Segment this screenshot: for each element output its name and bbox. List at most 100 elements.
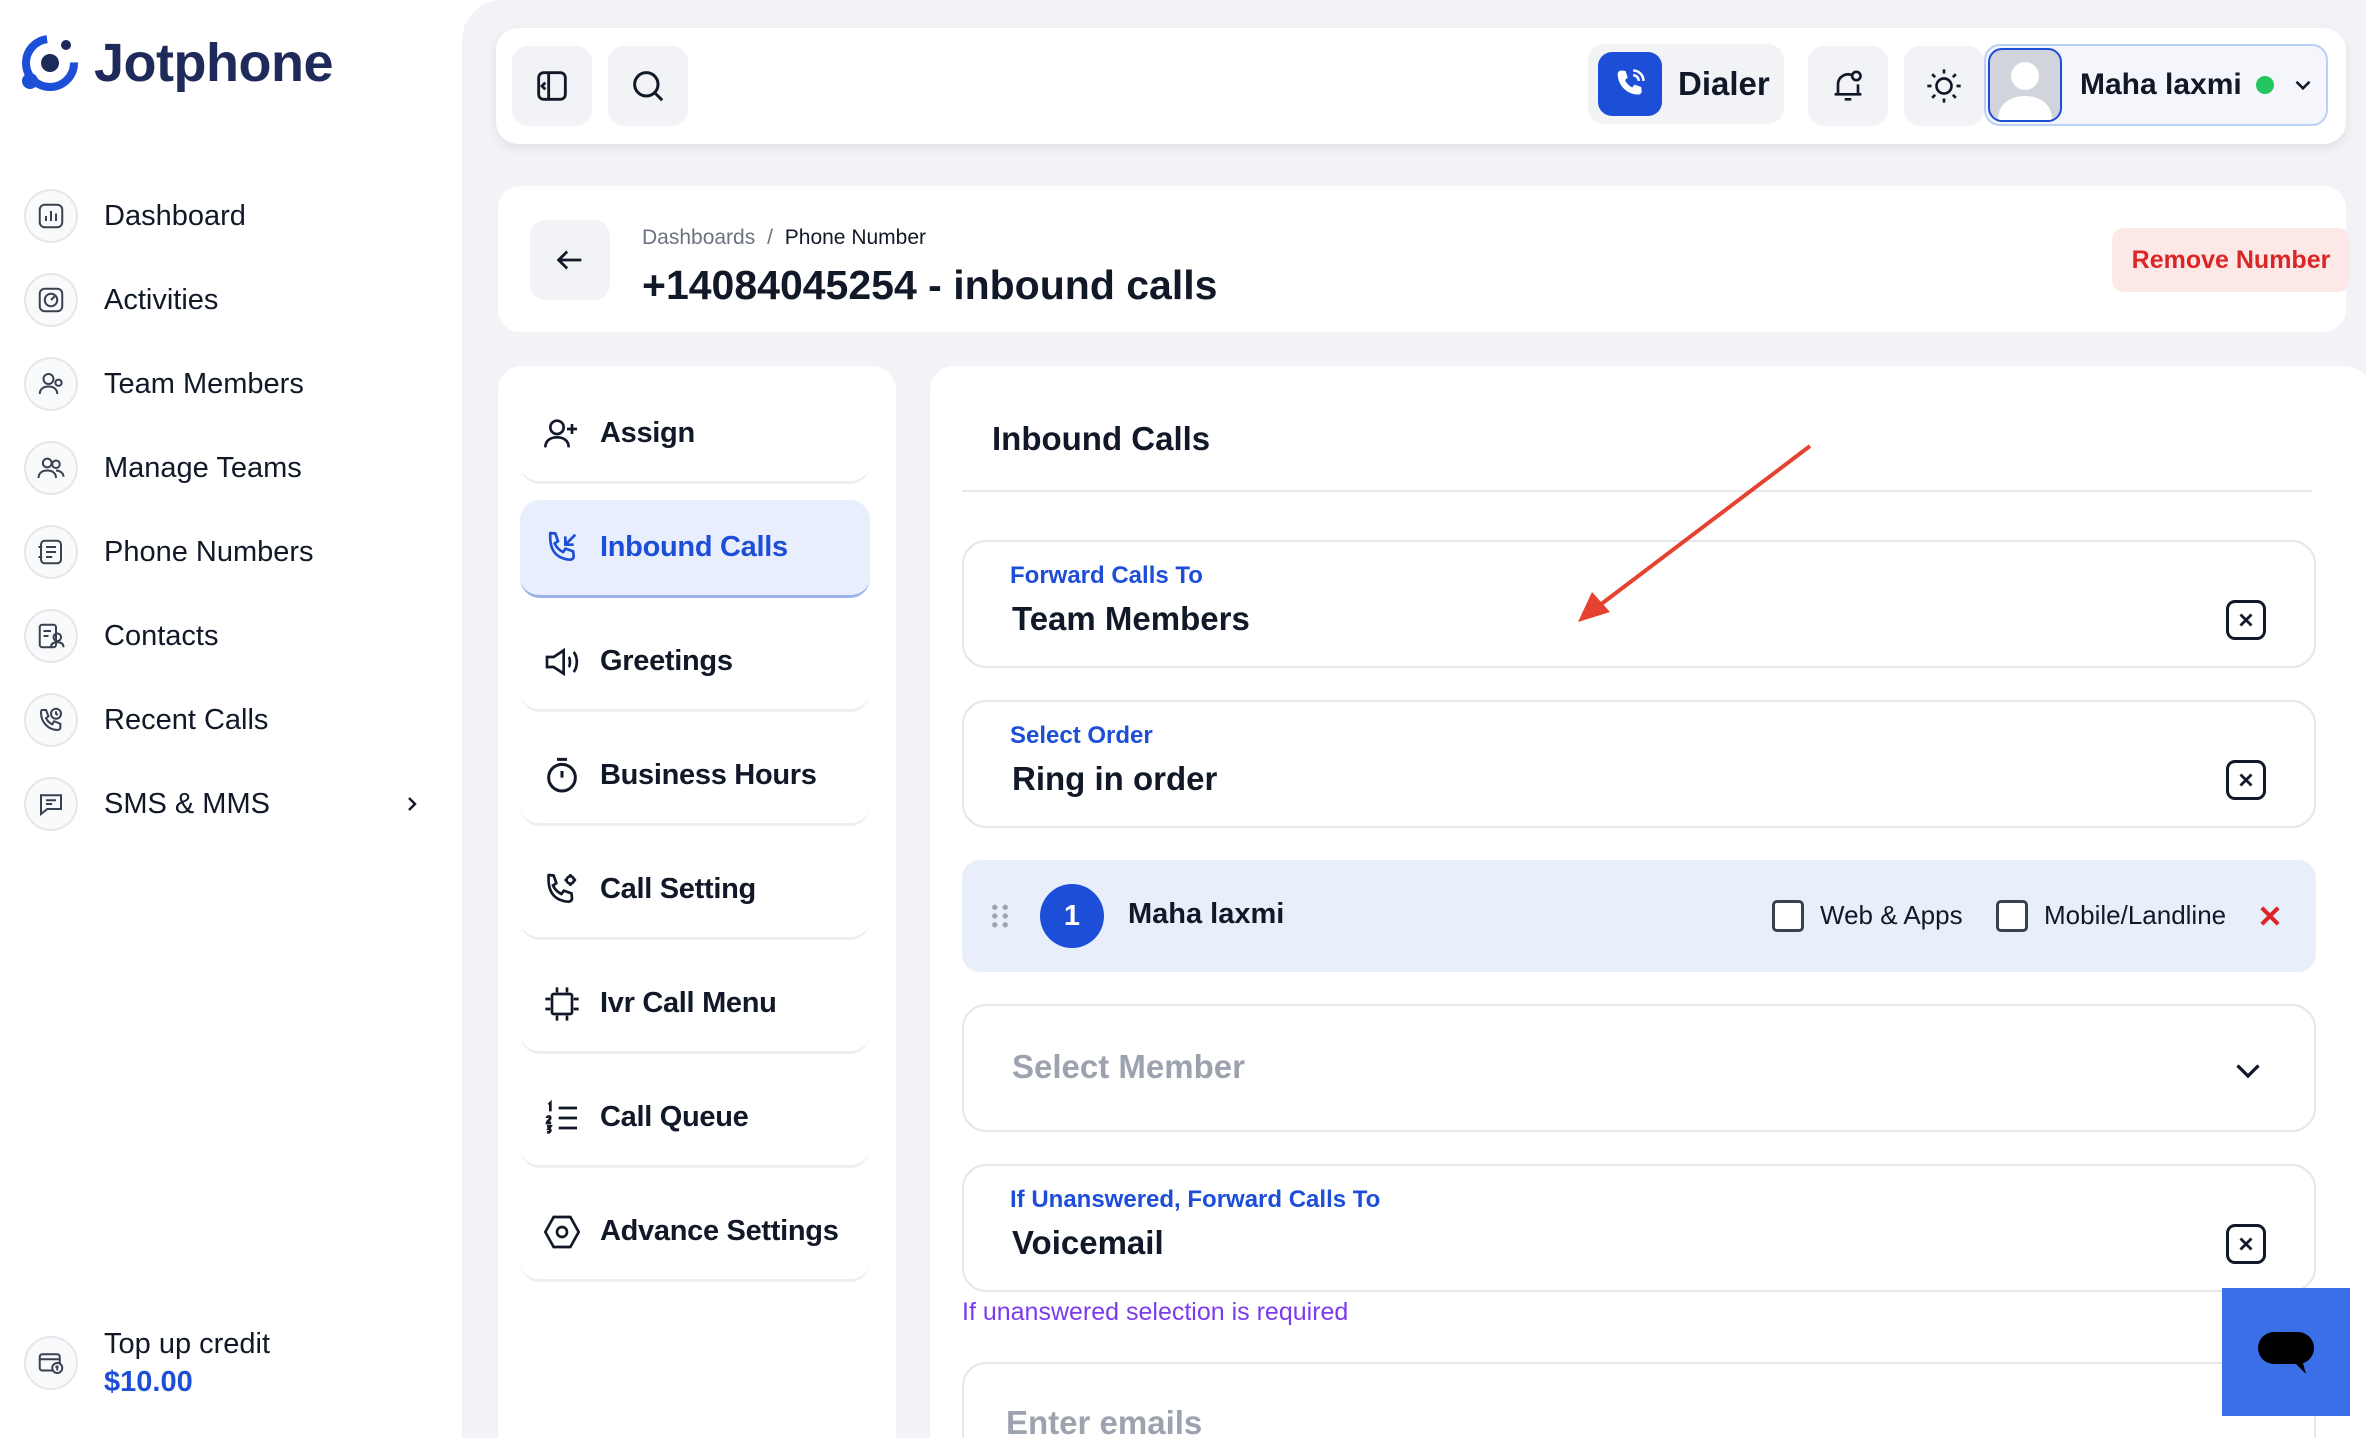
menu-item-call-setting[interactable]: Call Setting bbox=[520, 842, 870, 940]
select-member-placeholder: Select Member bbox=[1012, 1048, 1245, 1085]
breadcrumb-current: Phone Number bbox=[784, 226, 927, 249]
app-logo[interactable]: Jotphone bbox=[16, 30, 333, 96]
emails-input[interactable]: Enter emails bbox=[962, 1362, 2316, 1438]
search-icon bbox=[633, 71, 664, 102]
back-button[interactable] bbox=[530, 220, 610, 300]
select-member-dropdown[interactable]: Select Member bbox=[962, 1004, 2316, 1132]
forward-calls-select[interactable]: Forward Calls To Team Members bbox=[962, 540, 2316, 668]
credit-value: $10.00 bbox=[104, 1366, 193, 1398]
field-value: Voicemail bbox=[1012, 1224, 1164, 1261]
menu-item-advance-settings[interactable]: Advance Settings bbox=[520, 1184, 870, 1282]
mobile-landline-checkbox[interactable] bbox=[1996, 900, 2028, 932]
menu-item-ivr-call-menu[interactable]: Ivr Call Menu bbox=[520, 956, 870, 1054]
unanswered-forward-select[interactable]: If Unanswered, Forward Calls To Voicemai… bbox=[962, 1164, 2316, 1292]
drag-handle-icon[interactable] bbox=[988, 902, 1012, 930]
menu-item-label: Greetings bbox=[600, 645, 733, 677]
sidebar-toggle-button[interactable] bbox=[512, 46, 592, 126]
sidebar-item-label: Manage Teams bbox=[104, 451, 302, 484]
dialer-label: Dialer bbox=[1678, 65, 1770, 102]
chevron-right-icon[interactable] bbox=[400, 792, 424, 816]
avatar-placeholder-icon bbox=[1998, 62, 2052, 120]
top-up-credit[interactable]: Top up credit $10.00 bbox=[24, 1325, 270, 1401]
theme-toggle-button[interactable] bbox=[1904, 46, 1984, 126]
menu-item-inbound-calls[interactable]: Inbound Calls bbox=[520, 500, 870, 598]
sidebar-item-dashboard[interactable]: Dashboard bbox=[24, 174, 424, 258]
sidebar-item-recent-calls[interactable]: Recent Calls bbox=[24, 678, 424, 762]
inbound-calls-panel: Inbound Calls Forward Calls To Team Memb… bbox=[930, 366, 2366, 1438]
remove-member-icon[interactable] bbox=[2256, 902, 2284, 930]
speaker-icon bbox=[545, 647, 579, 676]
menu-item-label: Ivr Call Menu bbox=[600, 987, 777, 1019]
settings-menu: Assign Inbound Calls Greetings Business … bbox=[498, 366, 896, 1438]
sidebar: Jotphone Dashboard Activities Team Membe… bbox=[0, 0, 462, 1438]
chevron-down-icon bbox=[2236, 1064, 2260, 1079]
user-menu[interactable]: Maha laxmi bbox=[1984, 44, 2328, 126]
remove-number-button[interactable]: Remove Number bbox=[2112, 228, 2350, 292]
ivr-frame-icon bbox=[545, 986, 579, 1021]
online-status-dot bbox=[2255, 76, 2274, 94]
page-header: Dashboards / Phone Number +14084045254 -… bbox=[498, 186, 2350, 332]
menu-item-label: Assign bbox=[600, 417, 695, 449]
clear-icon[interactable] bbox=[2226, 760, 2266, 800]
activity-icon bbox=[24, 273, 78, 327]
chat-widget-button[interactable] bbox=[2222, 1288, 2350, 1416]
credit-text: Top up credit $10.00 bbox=[104, 1325, 270, 1401]
clear-icon[interactable] bbox=[2226, 1224, 2266, 1264]
select-order-select[interactable]: Select Order Ring in order bbox=[962, 700, 2316, 828]
sidebar-item-label: Activities bbox=[104, 283, 219, 316]
member-order-badge: 1 bbox=[1040, 884, 1104, 948]
emails-placeholder: Enter emails bbox=[1006, 1404, 1203, 1438]
search-button[interactable] bbox=[608, 46, 688, 126]
chat-bubble-icon bbox=[2258, 1332, 2314, 1374]
main-area: Dialer Maha laxmi Dashboards / Phone Num… bbox=[462, 0, 2366, 1438]
menu-item-label: Advance Settings bbox=[600, 1215, 839, 1247]
avatar bbox=[1988, 48, 2062, 122]
phone-book-icon bbox=[24, 525, 78, 579]
web-apps-label: Web & Apps bbox=[1820, 900, 1963, 930]
field-label: Select Order bbox=[1010, 722, 1153, 749]
sidebar-item-activities[interactable]: Activities bbox=[24, 258, 424, 342]
breadcrumb: Dashboards / Phone Number bbox=[642, 226, 926, 250]
sidebar-item-phone-numbers[interactable]: Phone Numbers bbox=[24, 510, 424, 594]
menu-item-assign[interactable]: Assign bbox=[520, 386, 870, 484]
sidebar-item-team-members[interactable]: Team Members bbox=[24, 342, 424, 426]
manage-teams-icon bbox=[24, 441, 78, 495]
message-icon bbox=[24, 777, 78, 831]
menu-item-label: Call Setting bbox=[600, 873, 756, 905]
timer-icon bbox=[547, 757, 577, 792]
menu-item-call-queue[interactable]: Call Queue bbox=[520, 1070, 870, 1168]
menu-item-business-hours[interactable]: Business Hours bbox=[520, 728, 870, 826]
notifications-button[interactable] bbox=[1808, 46, 1888, 126]
sidebar-item-label: Contacts bbox=[104, 619, 219, 652]
recent-calls-icon bbox=[24, 693, 78, 747]
arrow-left-icon bbox=[556, 250, 582, 270]
top-bar: Dialer Maha laxmi bbox=[496, 28, 2346, 144]
sidebar-toggle-icon bbox=[537, 71, 567, 101]
credit-label: Top up credit bbox=[104, 1328, 271, 1360]
numbered-list-icon bbox=[545, 1099, 577, 1134]
section-title: Inbound Calls bbox=[992, 420, 1211, 457]
chart-icon bbox=[24, 189, 78, 243]
breadcrumb-parent[interactable]: Dashboards bbox=[642, 226, 755, 249]
menu-item-greetings[interactable]: Greetings bbox=[520, 614, 870, 712]
validation-error: If unanswered selection is required bbox=[962, 1298, 1349, 1326]
section-divider bbox=[962, 490, 2312, 492]
menu-item-label: Inbound Calls bbox=[600, 531, 788, 563]
jotphone-logo-icon bbox=[22, 35, 78, 91]
sun-icon bbox=[1927, 69, 1961, 103]
sidebar-item-label: Team Members bbox=[104, 367, 304, 400]
sidebar-item-manage-teams[interactable]: Manage Teams bbox=[24, 426, 424, 510]
page-title: +14084045254 - inbound calls bbox=[642, 262, 1218, 308]
sidebar-item-label: Phone Numbers bbox=[104, 535, 314, 568]
sidebar-item-contacts[interactable]: Contacts bbox=[24, 594, 424, 678]
web-apps-checkbox[interactable] bbox=[1772, 900, 1804, 932]
dialer-button[interactable]: Dialer bbox=[1588, 44, 1784, 124]
clear-icon[interactable] bbox=[2226, 600, 2266, 640]
inbound-call-icon bbox=[548, 531, 577, 561]
field-value: Ring in order bbox=[1012, 760, 1218, 797]
menu-item-label: Call Queue bbox=[600, 1101, 749, 1133]
sidebar-nav: Dashboard Activities Team Members Manage… bbox=[24, 174, 424, 846]
bell-icon bbox=[1834, 70, 1862, 101]
field-label: Forward Calls To bbox=[1010, 562, 1203, 589]
sidebar-item-sms-mms[interactable]: SMS & MMS bbox=[24, 762, 424, 846]
